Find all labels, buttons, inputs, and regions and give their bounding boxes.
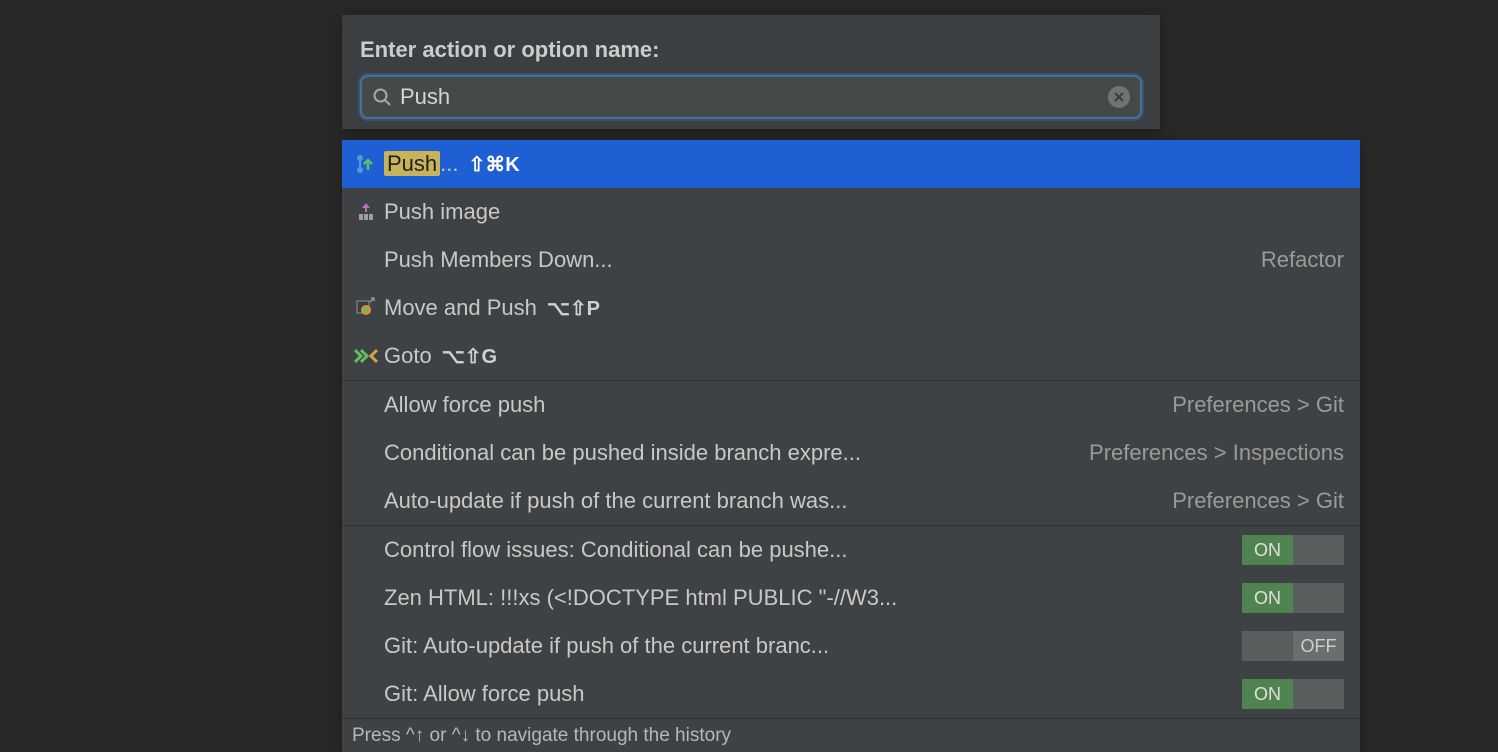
pref-label: Conditional can be pushed inside branch …: [384, 440, 861, 466]
pref-path: Preferences > Inspections: [1089, 440, 1344, 466]
clear-button[interactable]: [1108, 86, 1130, 108]
footer-hint: Press ^↑ or ^↓ to navigate through the h…: [342, 718, 1360, 752]
search-field-wrapper[interactable]: [360, 75, 1142, 119]
pref-auto-update-push[interactable]: Auto-update if push of the current branc…: [342, 477, 1360, 525]
search-input[interactable]: [400, 84, 1108, 110]
toggle-label: Zen HTML: !!!xs (<!DOCTYPE html PUBLIC "…: [384, 585, 897, 611]
action-push-image[interactable]: Push image: [342, 188, 1360, 236]
action-label: Push...: [384, 151, 459, 177]
search-icon: [372, 87, 392, 107]
action-label: Goto: [384, 343, 432, 369]
results-list: Push... ⇧⌘K Push image Push Members Down…: [342, 140, 1360, 752]
find-action-popup: Enter action or option name:: [342, 15, 1160, 129]
push-image-icon: [348, 200, 384, 224]
action-move-and-push[interactable]: Move and Push ⌥⇧P: [342, 284, 1360, 332]
action-push[interactable]: Push... ⇧⌘K: [342, 140, 1360, 188]
pref-label: Auto-update if push of the current branc…: [384, 488, 848, 514]
pref-label: Allow force push: [384, 392, 545, 418]
shortcut: ⌥⇧P: [547, 296, 600, 321]
action-label: Push image: [384, 199, 500, 225]
toggle-label: Git: Allow force push: [384, 681, 585, 707]
toggle-switch[interactable]: ON: [1242, 583, 1344, 613]
toggle-control-flow[interactable]: Control flow issues: Conditional can be …: [342, 526, 1360, 574]
toggle-label: Control flow issues: Conditional can be …: [384, 537, 847, 563]
toggle-switch[interactable]: ON: [1242, 679, 1344, 709]
shortcut: ⌥⇧G: [442, 344, 497, 369]
action-push-members-down[interactable]: Push Members Down... Refactor: [342, 236, 1360, 284]
pref-conditional-pushed[interactable]: Conditional can be pushed inside branch …: [342, 429, 1360, 477]
pref-allow-force-push[interactable]: Allow force push Preferences > Git: [342, 381, 1360, 429]
pref-path: Preferences > Git: [1172, 392, 1344, 418]
toggle-switch[interactable]: ON: [1242, 535, 1344, 565]
action-label: Push Members Down...: [384, 247, 613, 273]
toggle-switch[interactable]: OFF: [1242, 631, 1344, 661]
toggle-git-auto-update[interactable]: Git: Auto-update if push of the current …: [342, 622, 1360, 670]
move-push-icon: [348, 296, 384, 320]
toggle-zen-html[interactable]: Zen HTML: !!!xs (<!DOCTYPE html PUBLIC "…: [342, 574, 1360, 622]
shortcut: ⇧⌘K: [469, 152, 520, 177]
vcs-push-icon: [348, 152, 384, 176]
goto-icon: [348, 346, 384, 366]
prompt-label: Enter action or option name:: [360, 37, 1142, 63]
pref-path: Preferences > Git: [1172, 488, 1344, 514]
action-label: Move and Push: [384, 295, 537, 321]
toggle-git-allow-force[interactable]: Git: Allow force push ON: [342, 670, 1360, 718]
action-category: Refactor: [1261, 247, 1344, 273]
action-goto[interactable]: Goto ⌥⇧G: [342, 332, 1360, 380]
toggle-label: Git: Auto-update if push of the current …: [384, 633, 829, 659]
